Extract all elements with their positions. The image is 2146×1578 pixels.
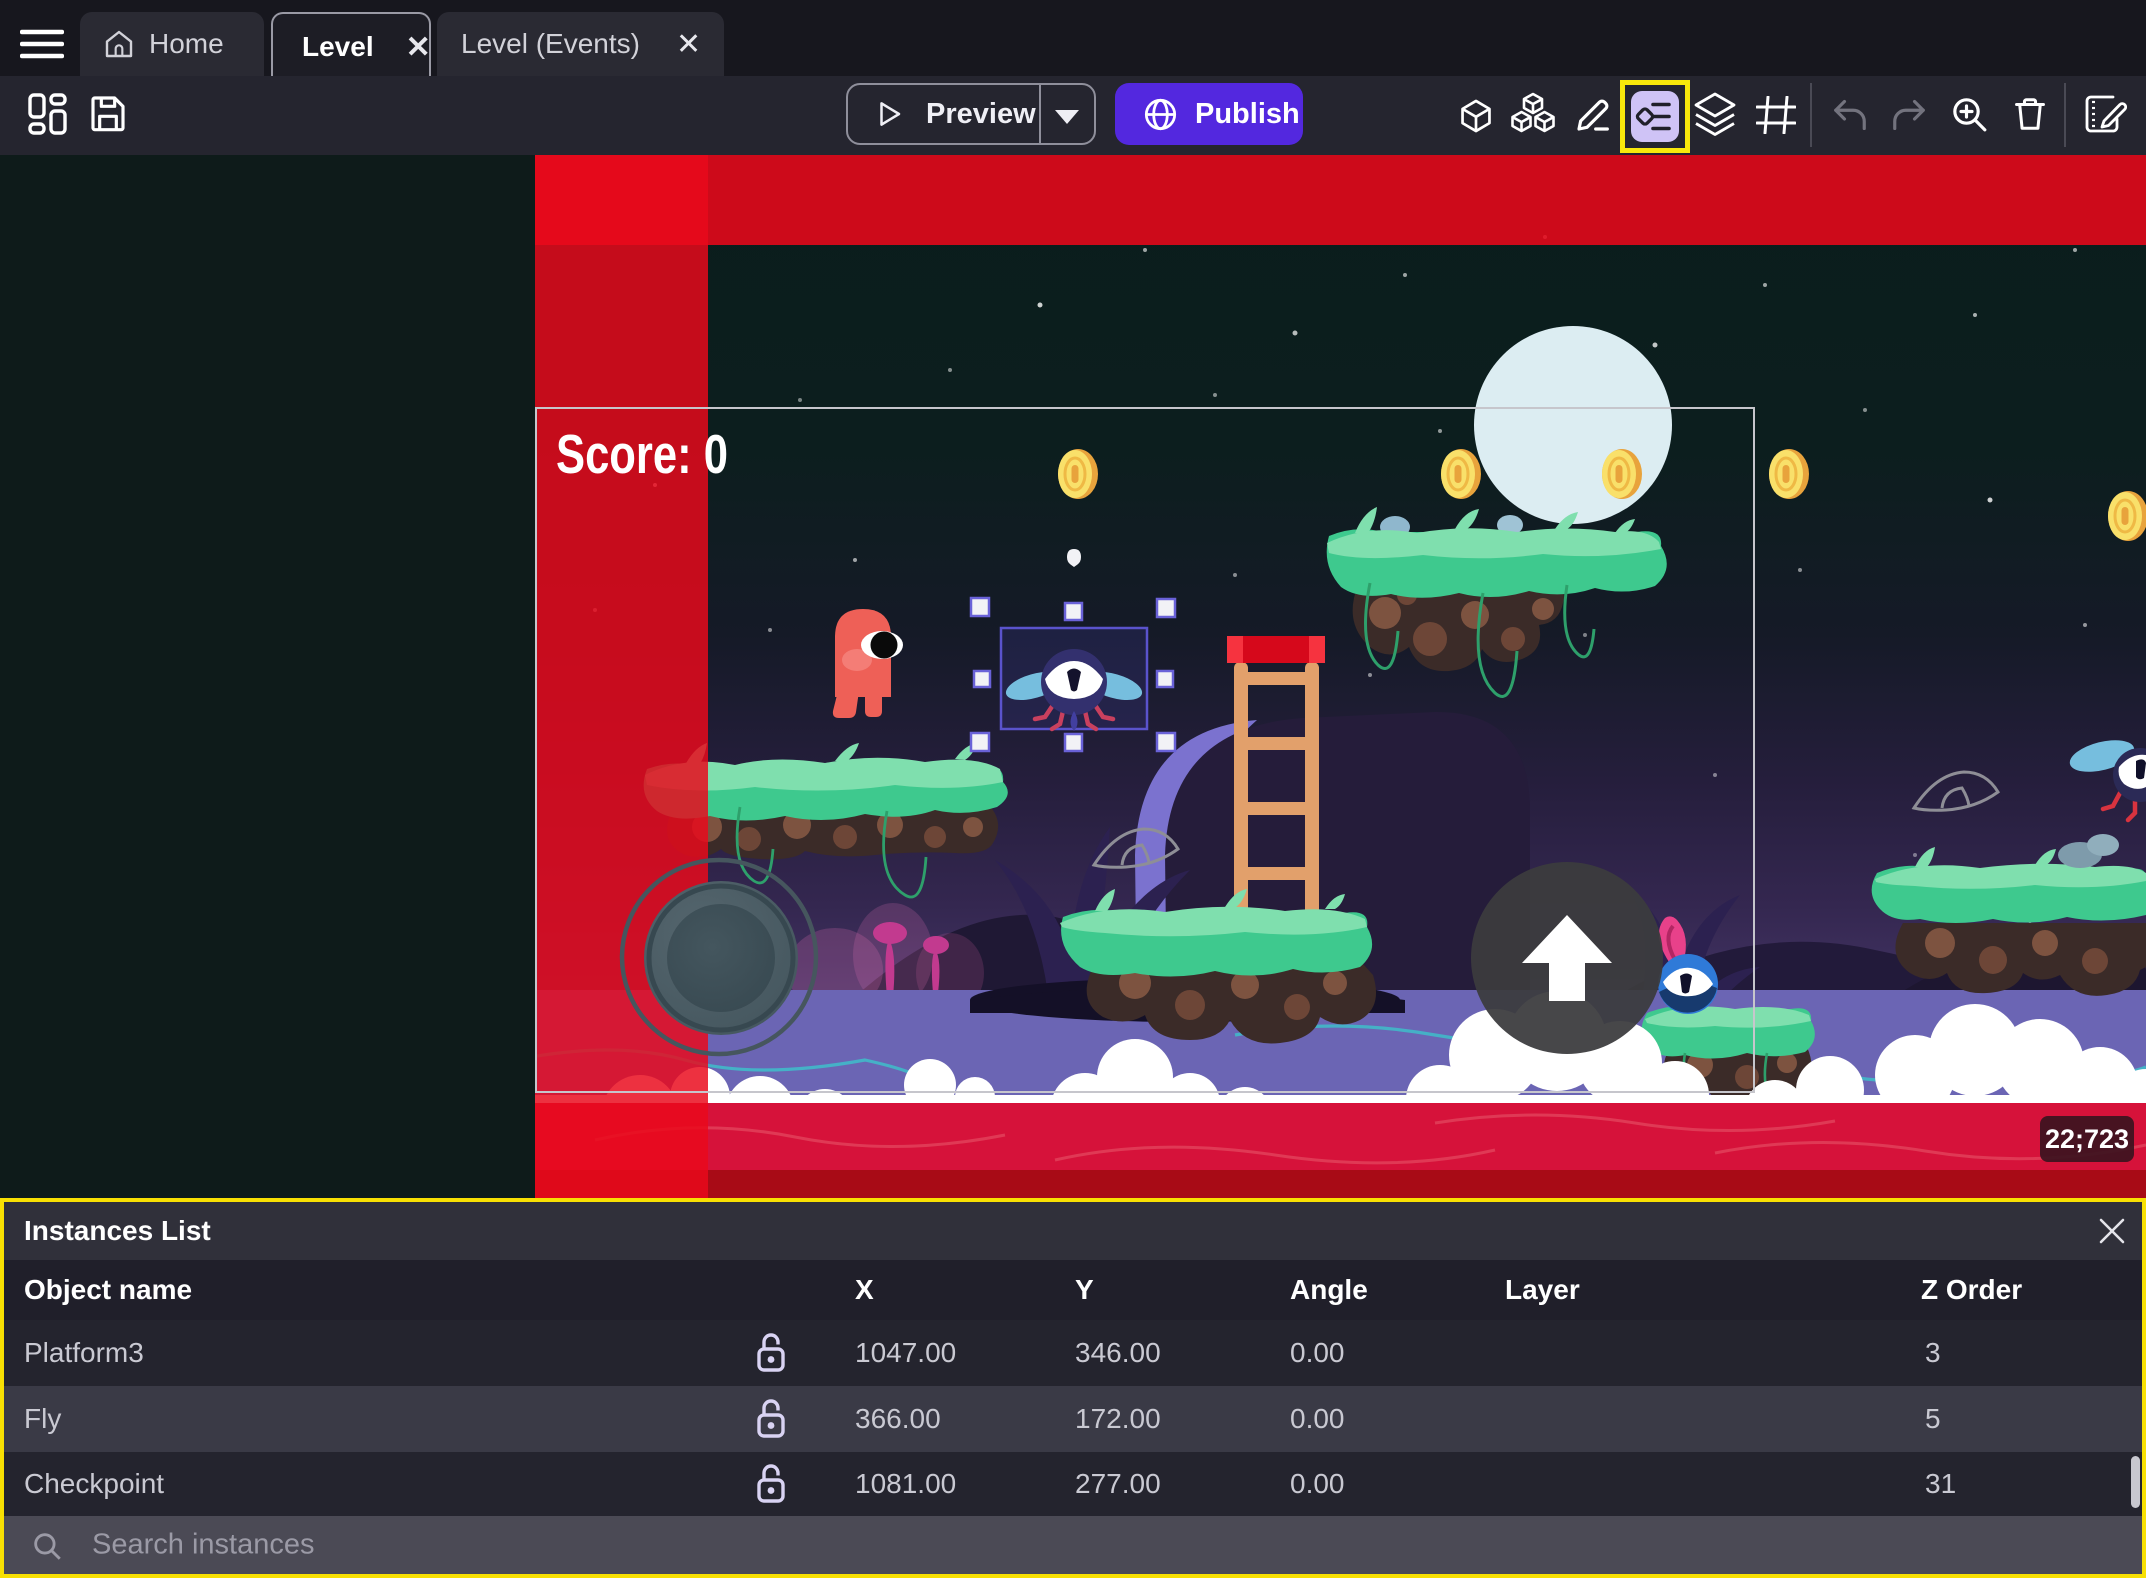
svg-text:Score: 0: Score: 0 [556, 423, 728, 485]
svg-text:22;723: 22;723 [2045, 1124, 2129, 1154]
